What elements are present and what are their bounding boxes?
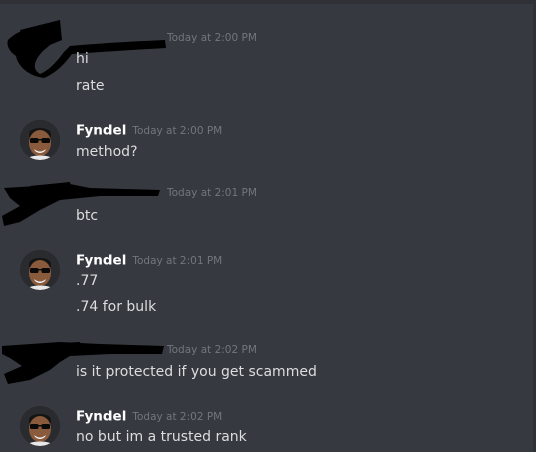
sunglasses-face-icon [20,120,60,160]
redaction-scribble [7,20,167,78]
top-divider [0,0,536,4]
username[interactable]: Fyndel [76,409,126,425]
sunglasses-face-icon [20,250,60,290]
user-avatar[interactable] [20,406,60,446]
message-header: Fyndel Today at 2:02 PM [76,406,222,425]
message-timestamp[interactable]: Today at 2:02 PM [167,344,257,356]
message-header: Fyndel Today at 2:01 PM [76,250,222,269]
message-timestamp[interactable]: Today at 2:01 PM [167,187,257,199]
message-text: .74 for bulk [76,299,157,315]
sunglasses-face-icon [20,406,60,446]
message-timestamp[interactable]: Today at 2:02 PM [132,411,222,423]
message-header: Fyndel Today at 2:00 PM [76,120,222,139]
username[interactable]: Fyndel [76,123,126,139]
message-timestamp[interactable]: Today at 2:01 PM [132,255,222,267]
message-text: .77 [76,273,99,289]
username[interactable]: Fyndel [76,253,126,269]
message-timestamp[interactable]: Today at 2:00 PM [167,32,257,44]
message-text: is it protected if you get scammed [76,364,317,380]
user-avatar[interactable] [20,250,60,290]
message-timestamp[interactable]: Today at 2:00 PM [132,125,222,137]
message-text: no but im a trusted rank [76,429,247,445]
message-text: btc [76,208,99,224]
message-text: hi [76,51,89,67]
message-text: method? [76,144,138,160]
user-avatar[interactable] [20,120,60,160]
message-text: rate [76,78,105,94]
